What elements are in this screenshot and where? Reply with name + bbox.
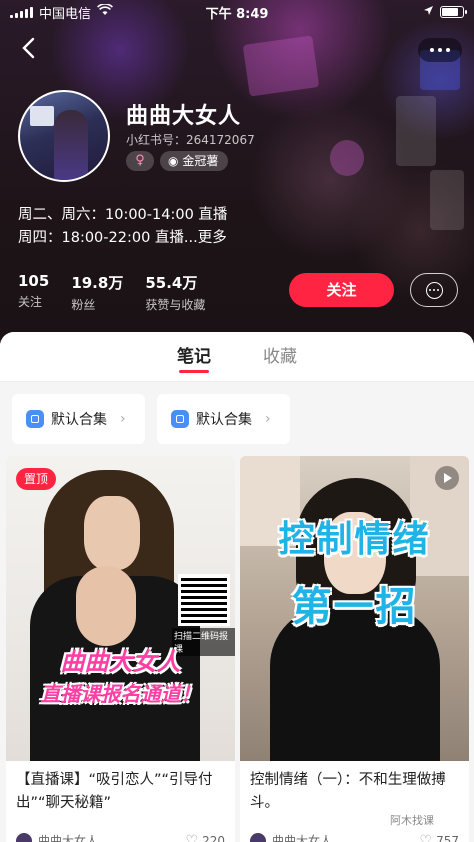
note-card[interactable]: 控制情绪 第一招 控制情绪（一）：不和生理做搏斗。 曲曲大女人 ♡ 757 [240, 456, 469, 842]
stat-label: 获赞与收藏 [145, 298, 206, 312]
chevron-left-icon [22, 37, 35, 59]
collection-icon [26, 410, 44, 428]
heart-icon: ♡ [185, 832, 199, 842]
author-name[interactable]: 曲曲大女人 [38, 832, 98, 842]
stat-label: 粉丝 [71, 298, 96, 312]
collection-card[interactable]: 默认合集 › [157, 394, 290, 444]
background-decoration [396, 96, 436, 166]
content-tabs: 笔记 收藏 [0, 332, 474, 382]
note-title: 【直播课】“吸引恋人”“引导付出”“聊天秘籍” [16, 772, 213, 811]
watermark: 阿木找课 [390, 814, 434, 827]
like-count: 220 [202, 833, 225, 842]
bio-line: 周二、周六：10:00-14:00 直播 [18, 207, 228, 223]
author-avatar[interactable] [250, 832, 266, 842]
profile-header: 中国电信 下午 8:49 曲曲大女人 小红书号：264172067 ♀ ◉ 金冠… [0, 0, 474, 345]
carrier-label: 中国电信 [39, 6, 92, 22]
cover-text: 直播课报名通道！ [40, 682, 201, 706]
profile-stats: 105 关注 19.8万 粉丝 55.4万 获赞与收藏 [18, 272, 205, 313]
note-cover: 扫描二维码报课 曲曲大女人 直播课报名通道！ 置顶 [6, 456, 235, 761]
like-button[interactable]: ♡ 220 [186, 833, 225, 842]
message-button[interactable] [410, 273, 458, 307]
author-avatar[interactable] [16, 832, 32, 842]
collection-icon [171, 410, 189, 428]
signal-icon [10, 6, 33, 18]
collection-label: 默认合集 [51, 412, 107, 428]
like-count: 757 [436, 833, 459, 842]
stat-label: 关注 [18, 295, 43, 309]
level-badge-label: 金冠薯 [182, 154, 219, 168]
bio-line: 周四：18:00-22:00 直播...更多 [18, 230, 227, 246]
like-button[interactable]: ♡ 757 [420, 833, 459, 842]
stat-value: 105 [18, 272, 50, 290]
status-bar: 中国电信 下午 8:49 [0, 0, 474, 24]
collection-card[interactable]: 默认合集 › [12, 394, 145, 444]
cover-text: 控制情绪 [278, 519, 431, 560]
note-footer: 曲曲大女人 ♡ 220 [16, 832, 225, 842]
stat-value: 19.8万 [71, 274, 124, 292]
collection-label: 默认合集 [196, 412, 252, 428]
play-icon [435, 466, 459, 490]
stat-followers[interactable]: 19.8万 粉丝 [71, 272, 123, 313]
note-footer: 曲曲大女人 ♡ 757 [250, 832, 459, 842]
stat-likes-collects[interactable]: 55.4万 获赞与收藏 [145, 272, 205, 313]
level-badge[interactable]: ◉ 金冠薯 [160, 151, 229, 171]
qr-code [178, 574, 230, 626]
profile-red-id: 小红书号：264172067 [126, 133, 255, 147]
note-title: 控制情绪（一）：不和生理做搏斗。 [250, 772, 446, 811]
chevron-right-icon: › [265, 411, 271, 427]
follow-button[interactable]: 关注 [289, 273, 394, 307]
cover-text: 第一招 [291, 584, 418, 630]
battery-icon [440, 6, 467, 18]
wifi-icon [97, 3, 113, 20]
stat-following[interactable]: 105 关注 [18, 272, 49, 313]
profile-nickname: 曲曲大女人 [126, 104, 242, 129]
background-decoration [242, 35, 320, 97]
notes-section: 笔记 收藏 默认合集 › 默认合集 › 扫描二维码报课 曲曲大女人 直播课报名通… [0, 332, 474, 842]
location-icon [423, 5, 434, 20]
avatar[interactable] [18, 90, 110, 182]
chevron-right-icon: › [120, 411, 126, 427]
gender-female-icon: ♀ [126, 151, 154, 171]
more-button[interactable] [418, 38, 462, 62]
medal-icon: ◉ [168, 154, 179, 168]
back-button[interactable] [16, 34, 44, 62]
stat-value: 55.4万 [145, 274, 198, 292]
chat-icon [425, 281, 443, 299]
background-decoration [330, 140, 364, 176]
note-cover: 控制情绪 第一招 [240, 456, 469, 761]
pinned-badge: 置顶 [16, 468, 57, 490]
author-name[interactable]: 曲曲大女人 [272, 832, 332, 842]
heart-icon: ♡ [419, 832, 433, 842]
profile-bio[interactable]: 周二、周六：10:00-14:00 直播 周四：18:00-22:00 直播..… [18, 204, 227, 250]
cover-text: 曲曲大女人 [60, 648, 181, 676]
collections-row: 默认合集 › 默认合集 › [12, 394, 290, 444]
avatar-photo-figure [54, 110, 88, 180]
note-card[interactable]: 扫描二维码报课 曲曲大女人 直播课报名通道！ 置顶 【直播课】“吸引恋人”“引导… [6, 456, 235, 842]
avatar-photo-detail [30, 106, 54, 126]
tab-collects[interactable]: 收藏 [263, 332, 297, 382]
background-decoration [430, 170, 464, 230]
tab-notes[interactable]: 笔记 [177, 332, 211, 382]
